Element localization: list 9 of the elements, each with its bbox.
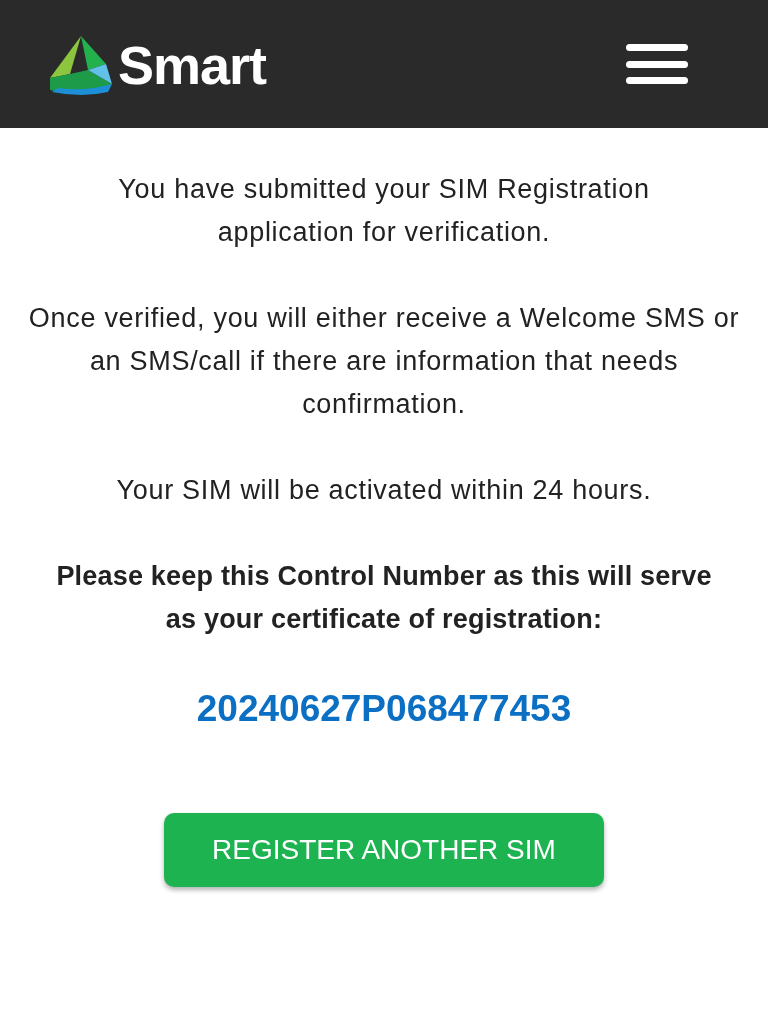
message-text: Your SIM will be activated within 24 hours. xyxy=(116,474,652,507)
menu-icon[interactable] xyxy=(626,44,688,84)
brand-name: Smart xyxy=(118,38,267,92)
message-text: Once verified, you will either receive a Welcome SMS or an SMS/call if there are information that needs confirmation. xyxy=(27,302,741,421)
message-text: Please keep this Control Number as this will serve as your certificate of registration: xyxy=(55,560,713,636)
message-text: You have submitted your SIM Registration application for verification. xyxy=(117,173,651,249)
register-button[interactable]: REGISTER ANOTHER SIM xyxy=(164,813,604,887)
logo-icon xyxy=(48,34,114,96)
control-number: 20240627P068477453 xyxy=(196,687,572,731)
